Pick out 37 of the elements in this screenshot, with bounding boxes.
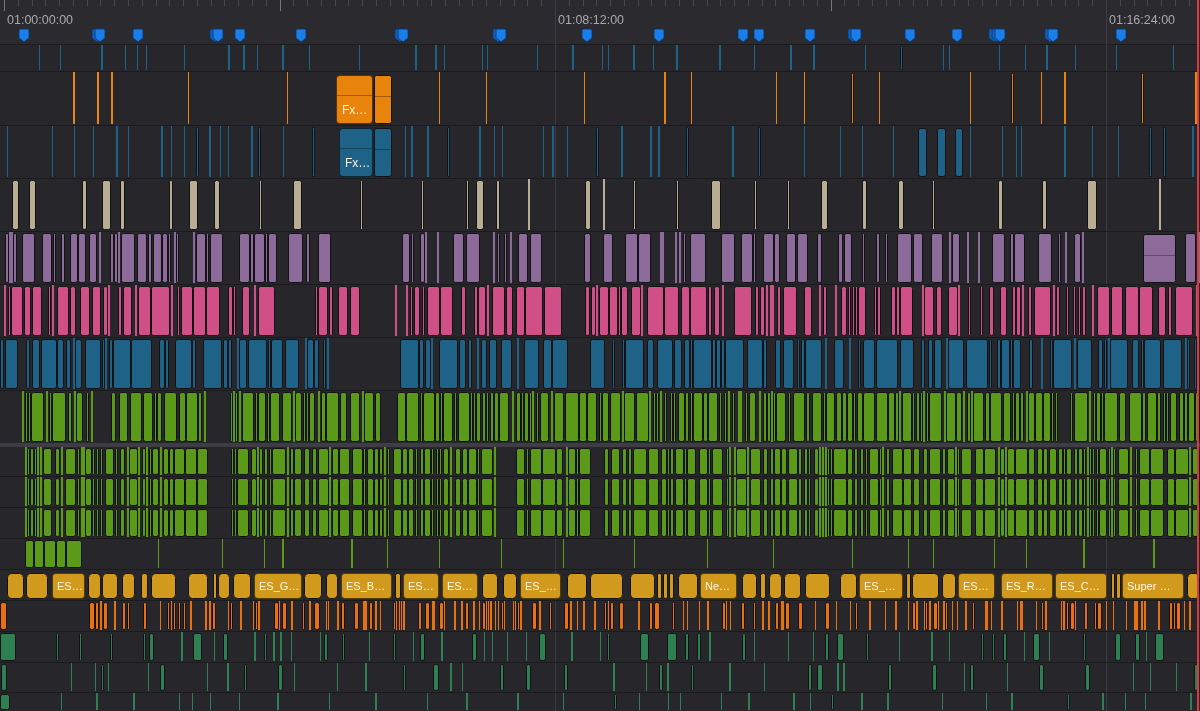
timeline-clip[interactable]: ES_B… [341, 573, 392, 599]
marker-icon[interactable] [492, 28, 507, 43]
timeline-clip[interactable]: Super … [1122, 573, 1184, 599]
timeline-clip[interactable]: Fx… [336, 75, 373, 124]
marker-icon[interactable] [1115, 28, 1127, 43]
marker-icon[interactable] [1044, 28, 1059, 43]
marker-icon[interactable] [132, 28, 144, 43]
marker-icon[interactable] [394, 28, 409, 43]
marker-icon[interactable] [18, 28, 30, 43]
timeline-clip[interactable]: ES… [403, 573, 439, 599]
marker-icon[interactable] [91, 28, 106, 43]
timeline-clip[interactable]: ES_G… [254, 573, 302, 599]
timeline-clip[interactable]: ES_R… [1001, 573, 1053, 599]
marker-icon[interactable] [904, 28, 916, 43]
timeline-clip[interactable]: ES… [958, 573, 995, 599]
marker-icon[interactable] [951, 28, 963, 43]
timeline-clip[interactable]: Fx… [339, 128, 373, 177]
marker-icon[interactable] [988, 28, 1006, 43]
timeline-clip[interactable]: ES… [52, 573, 85, 599]
timeline-clip[interactable]: ES_… [859, 573, 903, 599]
marker-icon[interactable] [847, 28, 862, 43]
marker-icon[interactable] [581, 28, 593, 43]
marker-icon[interactable] [753, 28, 765, 43]
marker-icon[interactable] [234, 28, 246, 43]
timeline-clip[interactable]: ES_… [520, 573, 561, 599]
time-ruler[interactable]: 01:00:00:00 01:08:12:00 01:16:24:00 [0, 0, 1200, 45]
marker-icon[interactable] [653, 28, 665, 43]
timecode-label: 01:16:24:00 [1109, 13, 1176, 27]
marker-icon[interactable] [737, 28, 749, 43]
timeline-clip[interactable]: ES_C… [1055, 573, 1107, 599]
timeline-clip[interactable]: ES… [442, 573, 478, 599]
timeline-clip[interactable]: Ne… [700, 573, 737, 599]
timecode-label: 01:08:12:00 [558, 13, 625, 27]
timecode-label: 01:00:00:00 [7, 13, 74, 27]
marker-icon[interactable] [804, 28, 816, 43]
marker-icon[interactable] [295, 28, 307, 43]
marker-icon[interactable] [209, 28, 224, 43]
